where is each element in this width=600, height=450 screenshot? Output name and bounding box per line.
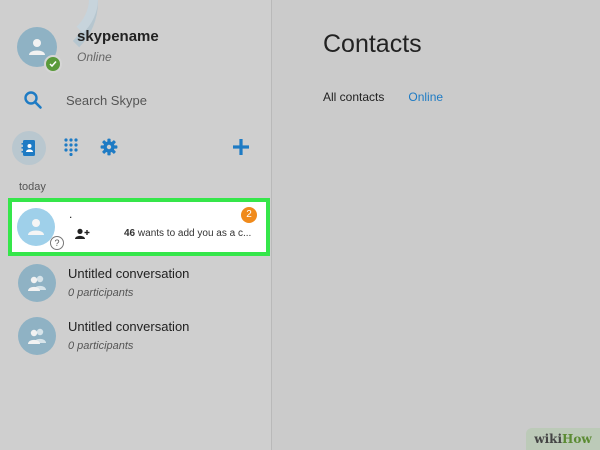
person-icon — [28, 219, 44, 235]
sidebar-toolbar — [12, 130, 260, 166]
search-bar[interactable] — [22, 86, 262, 114]
page-title: Contacts — [323, 30, 422, 58]
contact-request-item[interactable]: ? . 46 wants to add you as a c... 2 — [8, 198, 270, 256]
contacts-panel: Contacts All contacts Online — [272, 0, 600, 450]
settings-button[interactable] — [98, 136, 120, 158]
person-icon — [29, 39, 45, 55]
question-mark-icon: ? — [50, 236, 64, 250]
unread-count-badge: 2 — [241, 207, 257, 223]
request-message-text: wants to add you as a c... — [137, 228, 252, 239]
gear-icon — [100, 138, 118, 156]
tab-all-contacts[interactable]: All contacts — [323, 90, 384, 104]
group-icon — [28, 275, 46, 291]
add-contact-icon — [75, 228, 90, 239]
conversation-title: Untitled conversation — [68, 319, 190, 334]
sidebar: skypename Online Search Skype today ? . … — [0, 0, 272, 450]
request-sender-count: 46 — [124, 228, 136, 239]
conversation-title: Untitled conversation — [68, 266, 190, 281]
wikihow-watermark: wiki How — [526, 428, 600, 450]
group-avatar — [18, 317, 56, 355]
dialpad-icon — [64, 138, 78, 156]
watermark-part1: wiki — [534, 432, 563, 446]
contacts-book-icon — [21, 140, 35, 156]
online-check-icon — [44, 55, 62, 73]
request-name: . — [69, 207, 73, 221]
plus-icon — [233, 139, 249, 155]
add-button[interactable] — [230, 136, 252, 158]
conversation-participants: 0 participants — [68, 287, 134, 299]
conversation-participants: 0 participants — [68, 340, 134, 352]
group-icon — [28, 328, 46, 344]
request-message: 46 wants to add you as a c... — [124, 228, 264, 239]
profile-name[interactable]: skypename — [77, 28, 159, 45]
search-icon[interactable] — [22, 89, 44, 111]
watermark-part2: How — [562, 432, 592, 446]
conversation-item[interactable]: Untitled conversation 0 participants — [14, 259, 268, 311]
search-input[interactable] — [66, 92, 246, 108]
dialpad-button[interactable] — [60, 136, 82, 158]
contacts-button[interactable] — [12, 131, 46, 165]
section-label-today: today — [19, 181, 46, 193]
contacts-tabs: All contacts Online — [323, 90, 467, 104]
group-avatar — [18, 264, 56, 302]
conversation-item[interactable]: Untitled conversation 0 participants — [14, 312, 268, 364]
profile-status: Online — [77, 50, 112, 64]
tab-online[interactable]: Online — [408, 90, 443, 104]
